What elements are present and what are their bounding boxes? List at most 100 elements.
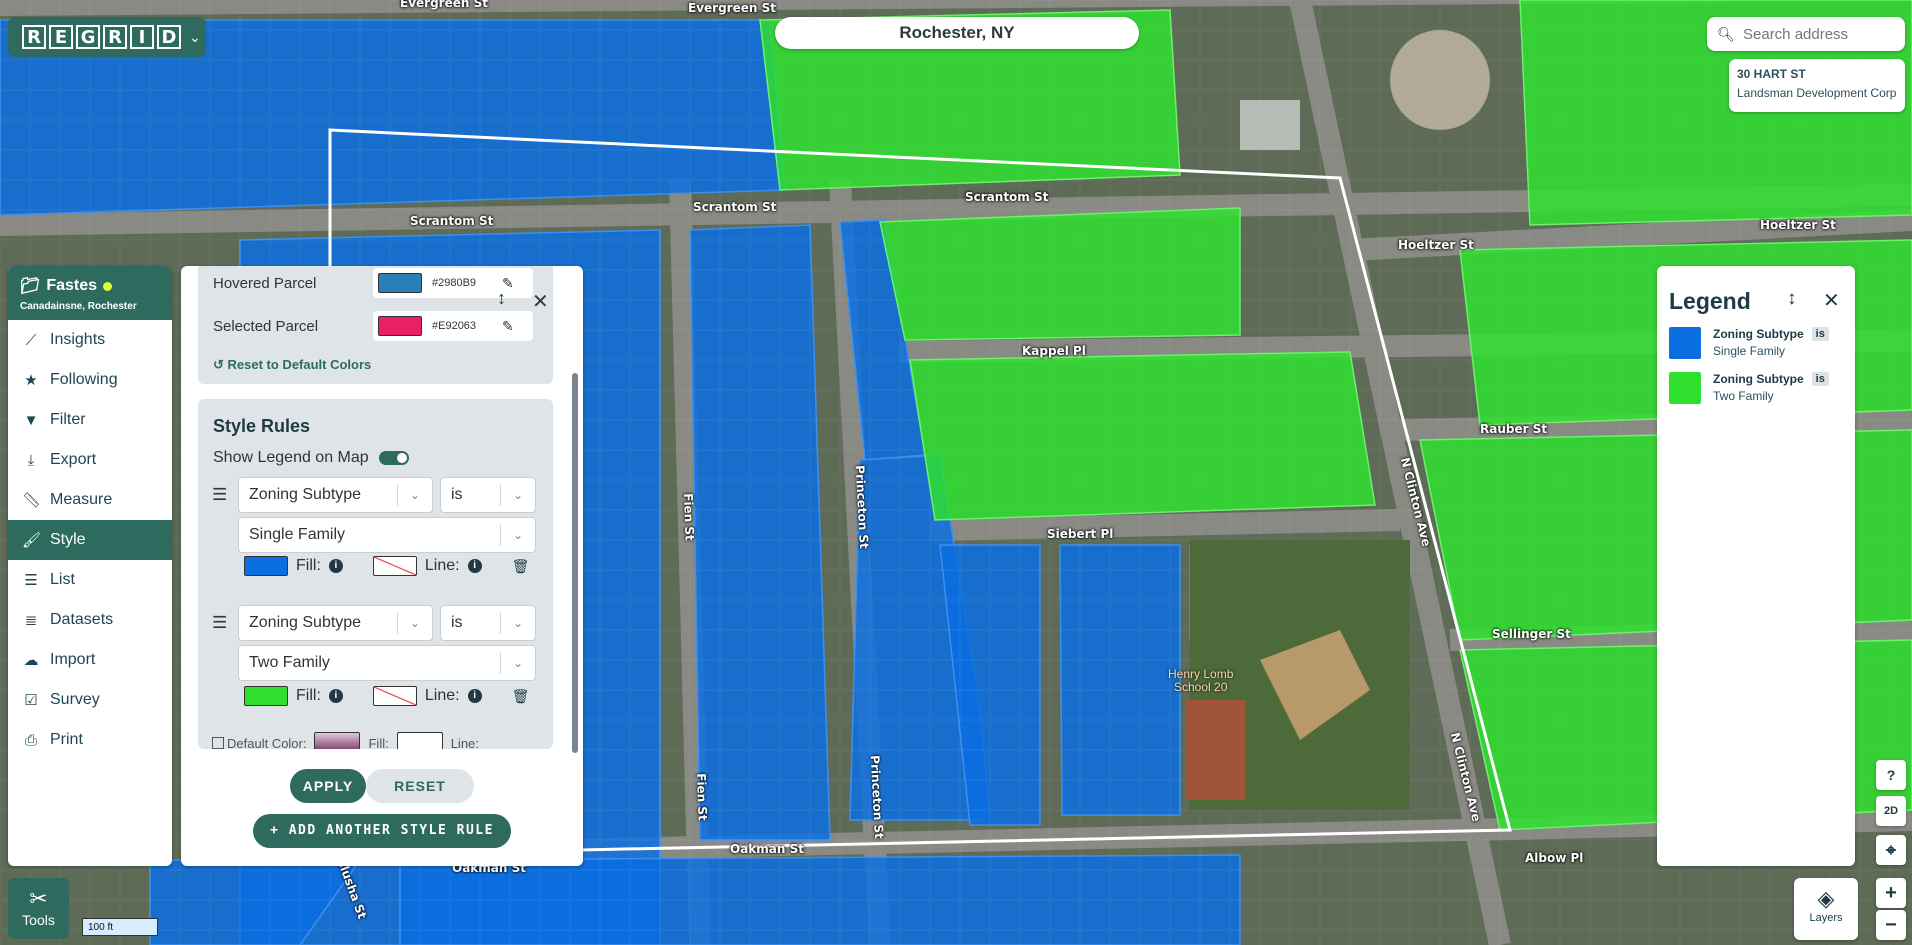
rule-operator-select[interactable]: is ⌄ (440, 477, 536, 513)
close-icon[interactable]: ✕ (532, 289, 549, 314)
street-label: Kappel Pl (1022, 344, 1086, 358)
nav-filter[interactable]: ▼ Filter (8, 400, 172, 440)
selected-parcel-row: Selected Parcel #E92063 ✎ (213, 311, 533, 341)
logo-letter: D (157, 25, 181, 49)
selected-color-field[interactable]: #E92063 ✎ (373, 311, 533, 341)
default-line-swatch[interactable] (396, 732, 443, 749)
default-color-checkbox[interactable] (212, 737, 224, 749)
project-name: Fastes (46, 277, 98, 294)
resize-icon[interactable]: ↕ (497, 288, 506, 309)
chevron-down-icon: ⌄ (500, 524, 535, 546)
info-icon[interactable]: i (467, 559, 482, 573)
nav-following[interactable]: ★ Following (8, 360, 172, 400)
address-search[interactable]: 🔍︎ (1707, 17, 1905, 51)
trash-icon[interactable]: 🗑︎ (512, 688, 530, 705)
nav-list[interactable]: ☰ List (8, 560, 172, 600)
drag-handle-icon[interactable]: ☰ (212, 485, 227, 505)
select-value: is (451, 614, 463, 631)
rule-field-select[interactable]: Zoning Subtype ⌄ (238, 477, 433, 513)
fill-swatch[interactable] (244, 686, 288, 706)
nav-export[interactable]: ⤓ Export (8, 440, 172, 480)
hovered-swatch[interactable] (378, 273, 422, 293)
rule-fill-line-row: Fill: i Line: i 🗑︎ (244, 686, 529, 706)
tools-button[interactable]: ✂ Tools (8, 878, 69, 939)
logo-letter: G (76, 25, 100, 49)
fill-swatch[interactable] (244, 556, 288, 576)
regrid-logo: R E G R I D (22, 25, 181, 49)
panel-scrollbar[interactable] (572, 373, 578, 753)
info-icon[interactable]: i (467, 689, 482, 703)
legend-operator: is (1811, 327, 1829, 341)
edit-icon[interactable]: ✎ (502, 318, 514, 335)
close-icon[interactable]: ✕ (1823, 288, 1840, 313)
rule-operator-select[interactable]: is ⌄ (440, 605, 536, 641)
app-menu-button[interactable]: R E G R I D ⌄ (8, 17, 206, 57)
add-style-rule-button[interactable]: + ADD ANOTHER STYLE RULE (253, 814, 511, 848)
trash-icon[interactable]: 🗑︎ (512, 558, 530, 575)
project-location: Canadainsne, Rochester (20, 301, 137, 312)
street-label: Hoeltzer St (1760, 218, 1836, 232)
legend-field: Zoning Subtype (1713, 372, 1804, 386)
street-label: Scrantom St (410, 214, 494, 228)
zoom-out-button[interactable]: − (1876, 910, 1906, 940)
rule-value-select[interactable]: Single Family ⌄ (238, 517, 536, 553)
nav-label: Print (50, 731, 83, 748)
folder-icon: 📁︎ (20, 278, 41, 295)
nav-print[interactable]: ⎙ Print (8, 720, 172, 760)
filter-icon: ▼ (23, 411, 39, 429)
nav-label: Style (50, 531, 86, 548)
locate-button[interactable]: ⌖ (1876, 835, 1906, 865)
search-input[interactable] (1741, 24, 1905, 44)
selected-hex: #E92063 (432, 320, 477, 332)
nav-import[interactable]: ☁ Import (8, 640, 172, 680)
legend-item: Zoning Subtype is Two Family (1669, 372, 1829, 404)
nav-survey[interactable]: ☑ Survey (8, 680, 172, 720)
chevron-down-icon: ⌄ (397, 612, 432, 634)
legend-swatch (1669, 372, 1701, 404)
street-label: Fien St (693, 772, 710, 822)
apply-button[interactable]: APPLY (290, 769, 366, 803)
show-legend-toggle[interactable] (378, 451, 409, 465)
nav-measure[interactable]: 📏︎ Measure (8, 480, 172, 520)
nav-label: Following (50, 371, 118, 388)
default-fill-swatch[interactable] (314, 732, 361, 749)
drag-handle-icon[interactable]: ☰ (212, 613, 227, 633)
list-icon: ☰ (24, 572, 38, 589)
line-label: Line: (424, 557, 460, 574)
info-icon[interactable]: i (328, 689, 343, 703)
layers-label: Layers (1809, 912, 1843, 924)
city-title[interactable]: Rochester, NY (775, 17, 1139, 49)
legend-item: Zoning Subtype is Single Family (1669, 327, 1829, 359)
tools-icon: ✂ (29, 886, 48, 911)
street-label: Rauber St (1480, 422, 1548, 436)
ruler-icon: 📏︎ (22, 492, 42, 509)
logo-letter: I (130, 25, 154, 49)
line-swatch[interactable] (372, 556, 417, 576)
project-header[interactable]: 📁︎ Fastes Canadainsne, Rochester (8, 266, 172, 320)
address-line: 30 HART ST (1737, 67, 1806, 81)
address-card[interactable]: 30 HART ST Landsman Development Corp (1729, 59, 1905, 112)
rule-value-select[interactable]: Two Family ⌄ (238, 645, 536, 681)
legend-title: Legend (1669, 288, 1751, 314)
zoom-in-button[interactable]: + (1876, 878, 1906, 908)
street-label: Evergreen St (688, 1, 776, 15)
nav-style[interactable]: 🖌︎ Style (8, 520, 172, 560)
nav-insights[interactable]: ⟋ Insights (8, 320, 172, 360)
selected-swatch[interactable] (378, 316, 422, 336)
line-label: Line: (424, 687, 460, 704)
hovered-color-field[interactable]: #2980B9 ✎ (373, 268, 533, 298)
reset-button[interactable]: RESET (366, 769, 474, 803)
line-swatch[interactable] (372, 686, 417, 706)
info-icon[interactable]: i (328, 559, 343, 573)
nav-label: Survey (50, 691, 100, 708)
rule-field-select[interactable]: Zoning Subtype ⌄ (238, 605, 433, 641)
reset-colors-link[interactable]: ↺ Reset to Default Colors (213, 357, 371, 373)
help-button[interactable]: ? (1876, 760, 1906, 790)
database-icon: ≣ (24, 612, 38, 629)
nav-datasets[interactable]: ≣ Datasets (8, 600, 172, 640)
default-color-row: Default Color: Fill: Line: (212, 732, 479, 749)
view-mode-button[interactable]: 2D (1876, 796, 1906, 826)
school-label: Henry Lomb School 20 (1168, 667, 1234, 694)
resize-icon[interactable]: ↕ (1787, 288, 1797, 310)
layers-button[interactable]: ◈ Layers (1794, 878, 1858, 940)
